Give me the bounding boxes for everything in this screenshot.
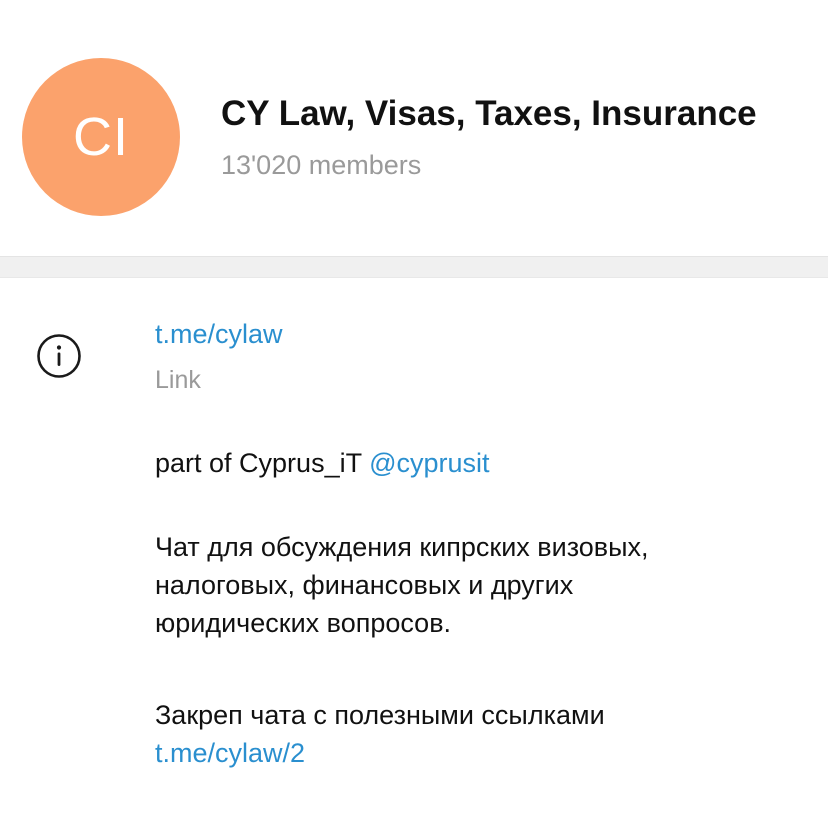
mention-link[interactable]: @cyprusit: [369, 448, 489, 478]
section-divider: [0, 256, 828, 278]
description-line-1: part of Cyprus_iT @cyprusit: [155, 444, 490, 482]
link-caption: Link: [155, 366, 201, 394]
description-line: Чат для обсуждения кипрских визовых,: [155, 532, 649, 562]
avatar[interactable]: CI: [22, 58, 180, 216]
chat-link[interactable]: t.me/cylaw: [155, 319, 283, 350]
description-text: part of Cyprus_iT: [155, 448, 370, 478]
chat-title: CY Law, Visas, Taxes, Insurance: [221, 94, 757, 133]
description-line: Закреп чата с полезными ссылками: [155, 700, 605, 730]
info-icon: [37, 334, 81, 378]
pinned-paragraph: Закреп чата с полезными ссылками t.me/cy…: [155, 696, 605, 772]
description-line: юридических вопросов.: [155, 608, 452, 638]
description-paragraph: Чат для обсуждения кипрских визовых, нал…: [155, 528, 649, 642]
avatar-initials: CI: [73, 107, 129, 167]
pinned-link[interactable]: t.me/cylaw/2: [155, 738, 305, 768]
profile-header: CI CY Law, Visas, Taxes, Insurance 13'02…: [0, 0, 828, 256]
members-count: 13'020 members: [221, 150, 422, 180]
description-line: налоговых, финансовых и других: [155, 570, 574, 600]
